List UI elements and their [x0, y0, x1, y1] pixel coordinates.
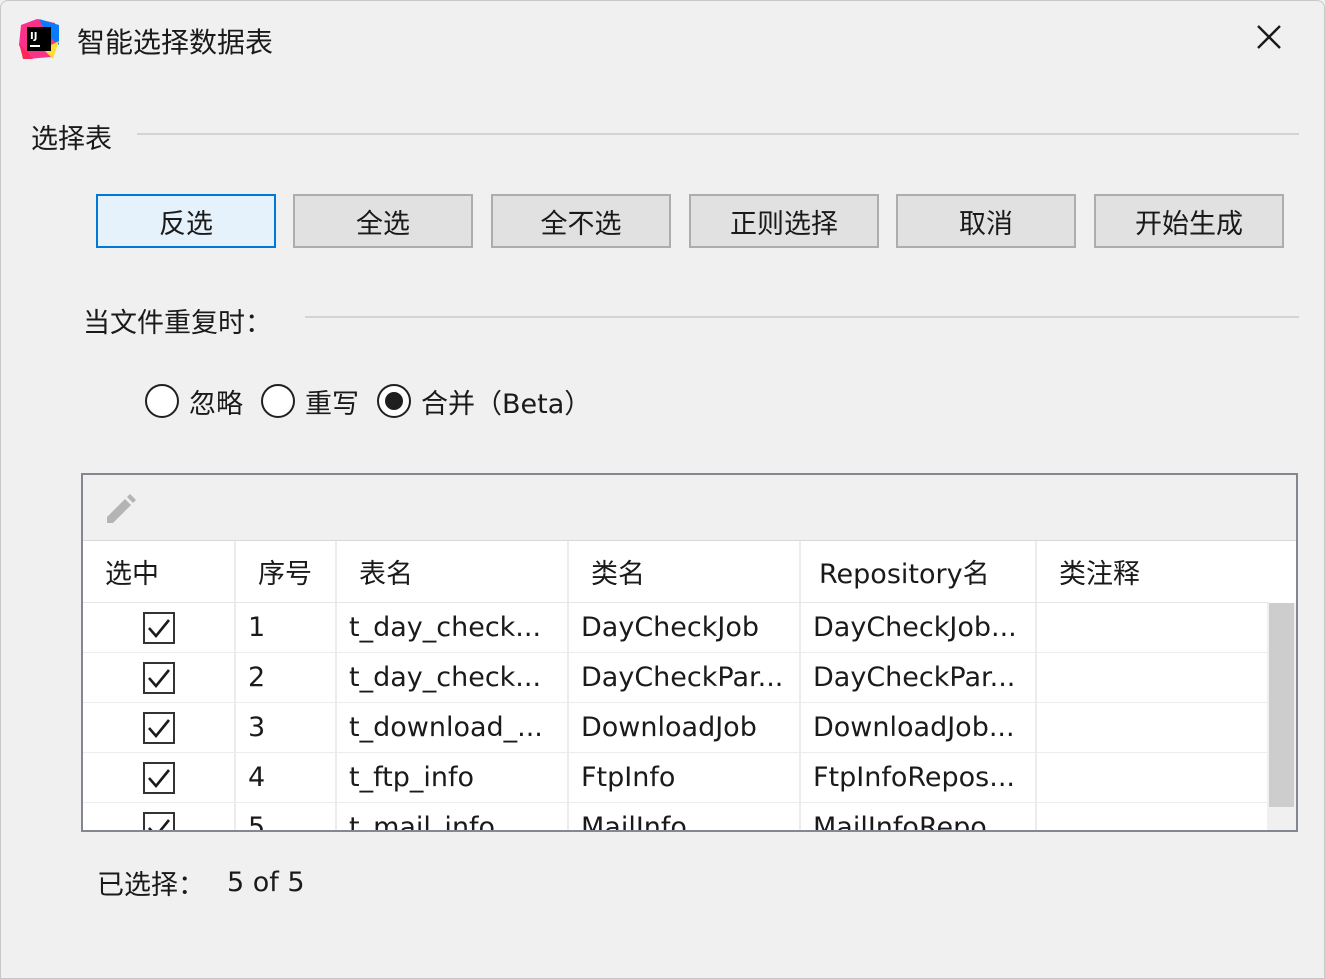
- row-checkbox[interactable]: [142, 761, 175, 794]
- select-cell: [83, 653, 236, 702]
- select-cell: [83, 753, 236, 802]
- row-checkbox[interactable]: [142, 711, 175, 744]
- close-icon: [1255, 23, 1283, 55]
- dialog-title: 智能选择数据表: [77, 26, 274, 59]
- radio-merge-label: 合并（Beta）: [421, 388, 592, 420]
- cancel-button[interactable]: 取消: [896, 194, 1076, 248]
- class-comment-cell[interactable]: [1037, 603, 1267, 652]
- close-button[interactable]: [1239, 13, 1299, 65]
- radio-overwrite[interactable]: 重写: [261, 382, 359, 421]
- column-header-selected[interactable]: 选中: [83, 541, 236, 602]
- table-name-cell: t_ftp_info: [337, 753, 569, 802]
- class-comment-cell[interactable]: [1037, 753, 1267, 802]
- radio-ignore-circle[interactable]: [145, 384, 179, 418]
- class-name-cell[interactable]: DownloadJob: [569, 703, 801, 752]
- table-row[interactable]: 1 t_day_check... DayCheckJob DayCheckJob…: [83, 603, 1267, 653]
- select-none-button[interactable]: 全不选: [491, 194, 671, 248]
- intellij-idea-icon: IJ: [19, 19, 59, 59]
- table-row[interactable]: 5 t_mail_info MailInfo MailInfoRepo...: [83, 803, 1267, 830]
- status-label: 已选择：: [97, 870, 205, 901]
- radio-merge-circle[interactable]: [377, 384, 411, 418]
- table-row[interactable]: 3 t_download_... DownloadJob DownloadJob…: [83, 703, 1267, 753]
- index-cell: 2: [236, 653, 337, 702]
- row-checkbox[interactable]: [142, 811, 175, 830]
- select-cell: [83, 803, 236, 830]
- duplicate-mode-radio-group: 忽略 重写 合并（Beta）: [145, 379, 609, 423]
- column-header-table-name[interactable]: 表名: [337, 541, 569, 602]
- class-name-cell[interactable]: FtpInfo: [569, 753, 801, 802]
- table-toolbar: [83, 475, 1296, 541]
- table-name-cell: t_day_check...: [337, 653, 569, 702]
- start-generate-button[interactable]: 开始生成: [1094, 194, 1284, 248]
- radio-ignore-label: 忽略: [189, 388, 243, 420]
- table-body: 1 t_day_check... DayCheckJob DayCheckJob…: [83, 603, 1267, 830]
- column-header-class-name[interactable]: 类名: [569, 541, 801, 602]
- repository-name-cell[interactable]: DayCheckPar...: [801, 653, 1037, 702]
- status-count: 5 of 5: [227, 867, 305, 898]
- index-cell: 4: [236, 753, 337, 802]
- table-row[interactable]: 2 t_day_check... DayCheckPar... DayCheck…: [83, 653, 1267, 703]
- table-panel: 选中 序号 表名 类名 Repository名 类注释 1 t_day_chec…: [81, 473, 1298, 832]
- table-name-cell: t_download_...: [337, 703, 569, 752]
- repository-name-cell[interactable]: DownloadJob...: [801, 703, 1037, 752]
- vertical-scrollbar-thumb[interactable]: [1269, 603, 1294, 807]
- class-comment-cell[interactable]: [1037, 653, 1267, 702]
- select-all-button[interactable]: 全选: [293, 194, 473, 248]
- selection-status: 已选择： 5 of 5: [97, 863, 305, 902]
- class-name-cell[interactable]: DayCheckPar...: [569, 653, 801, 702]
- select-cell: [83, 603, 236, 652]
- radio-ignore[interactable]: 忽略: [145, 382, 243, 421]
- select-section-separator: [137, 133, 1299, 135]
- duplicate-section-label: 当文件重复时：: [83, 308, 272, 339]
- svg-text:IJ: IJ: [30, 31, 37, 42]
- repository-name-cell[interactable]: DayCheckJob...: [801, 603, 1037, 652]
- row-checkbox[interactable]: [142, 611, 175, 644]
- table-header: 选中 序号 表名 类名 Repository名 类注释: [83, 541, 1269, 603]
- table-name-cell: t_mail_info: [337, 803, 569, 830]
- regex-select-button[interactable]: 正则选择: [689, 194, 879, 248]
- invert-selection-button[interactable]: 反选: [96, 194, 276, 248]
- index-cell: 5: [236, 803, 337, 830]
- radio-overwrite-label: 重写: [305, 388, 359, 420]
- radio-overwrite-circle[interactable]: [261, 384, 295, 418]
- radio-merge[interactable]: 合并（Beta）: [377, 382, 591, 421]
- table-row[interactable]: 4 t_ftp_info FtpInfo FtpInfoRepos...: [83, 753, 1267, 803]
- index-cell: 3: [236, 703, 337, 752]
- row-checkbox[interactable]: [142, 661, 175, 694]
- select-cell: [83, 703, 236, 752]
- column-header-index[interactable]: 序号: [236, 541, 337, 602]
- dialog-window: IJ 智能选择数据表 选择表 反选 全选 全不选 正则选择 取消 开始生成 当文…: [0, 0, 1325, 979]
- class-comment-cell[interactable]: [1037, 803, 1267, 830]
- column-header-class-comment[interactable]: 类注释: [1037, 541, 1269, 602]
- class-name-cell[interactable]: MailInfo: [569, 803, 801, 830]
- radio-selected-dot: [385, 392, 403, 410]
- pencil-edit-icon[interactable]: [101, 491, 137, 527]
- title-bar: IJ 智能选择数据表: [1, 1, 1324, 79]
- class-name-cell[interactable]: DayCheckJob: [569, 603, 801, 652]
- index-cell: 1: [236, 603, 337, 652]
- duplicate-section-separator: [305, 316, 1299, 318]
- column-header-repository-name[interactable]: Repository名: [801, 541, 1037, 602]
- class-comment-cell[interactable]: [1037, 703, 1267, 752]
- repository-name-cell[interactable]: FtpInfoRepos...: [801, 753, 1037, 802]
- select-section-label: 选择表: [31, 124, 112, 155]
- repository-name-cell[interactable]: MailInfoRepo...: [801, 803, 1037, 830]
- table-name-cell: t_day_check...: [337, 603, 569, 652]
